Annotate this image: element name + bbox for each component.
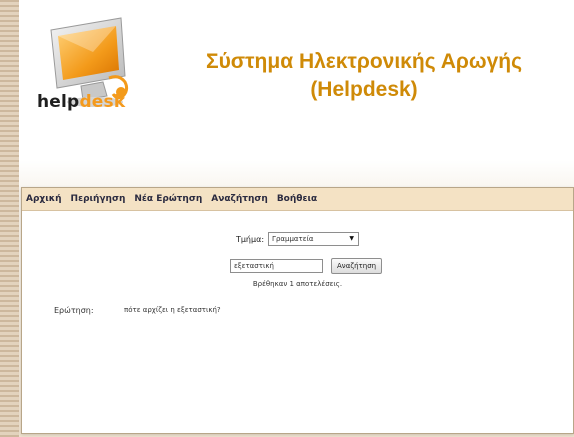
logo-text-desk: desk: [79, 92, 126, 112]
department-filter-row: Τμήμα: Γραμματεία ▼: [22, 232, 573, 246]
question-result-link[interactable]: πότε αρχίζει η εξεταστική?: [124, 306, 221, 314]
helpdesk-logo-text: helpdesk: [37, 92, 125, 112]
dropdown-arrow-icon: ▼: [349, 235, 355, 242]
question-label: Ερώτηση:: [54, 306, 94, 315]
nav-item-browse[interactable]: Περιήγηση: [71, 194, 126, 204]
logo-text-help: help: [37, 92, 80, 112]
site-title-line2: (Helpdesk): [310, 78, 418, 101]
site-title-line1: Σύστημα Ηλεκτρονικής Αρωγής: [205, 50, 523, 73]
search-row: εξεταστική Αναζήτηση: [230, 258, 383, 274]
nav-item-new-question[interactable]: Νέα Ερώτηση: [134, 194, 202, 204]
nav-item-home[interactable]: Αρχική: [26, 194, 62, 204]
helpdesk-monitor-logo-icon: [50, 17, 129, 107]
department-select[interactable]: Γραμματεία ▼: [268, 232, 360, 246]
search-button[interactable]: Αναζήτηση: [331, 258, 383, 274]
site-title: Σύστημα Ηλεκτρονικής Αρωγής (Helpdesk): [169, 48, 559, 104]
department-select-value: Γραμματεία: [272, 235, 314, 243]
nav-item-help[interactable]: Βοήθεια: [277, 194, 317, 204]
result-count: Βρέθηκαν 1 αποτελέσεις.: [252, 280, 343, 288]
page: helpdesk Σύστημα Ηλεκτρονικής Αρωγής (He…: [19, 0, 574, 437]
nav-item-search[interactable]: Αναζήτηση: [211, 194, 268, 204]
search-input[interactable]: εξεταστική: [230, 259, 323, 273]
main-navigation: Αρχική Περιήγηση Νέα Ερώτηση Αναζήτηση Β…: [22, 188, 573, 211]
department-label: Τμήμα:: [235, 234, 265, 244]
left-decorative-strip: [0, 0, 19, 437]
helpdesk-app-panel: Αρχική Περιήγηση Νέα Ερώτηση Αναζήτηση Β…: [21, 187, 574, 434]
